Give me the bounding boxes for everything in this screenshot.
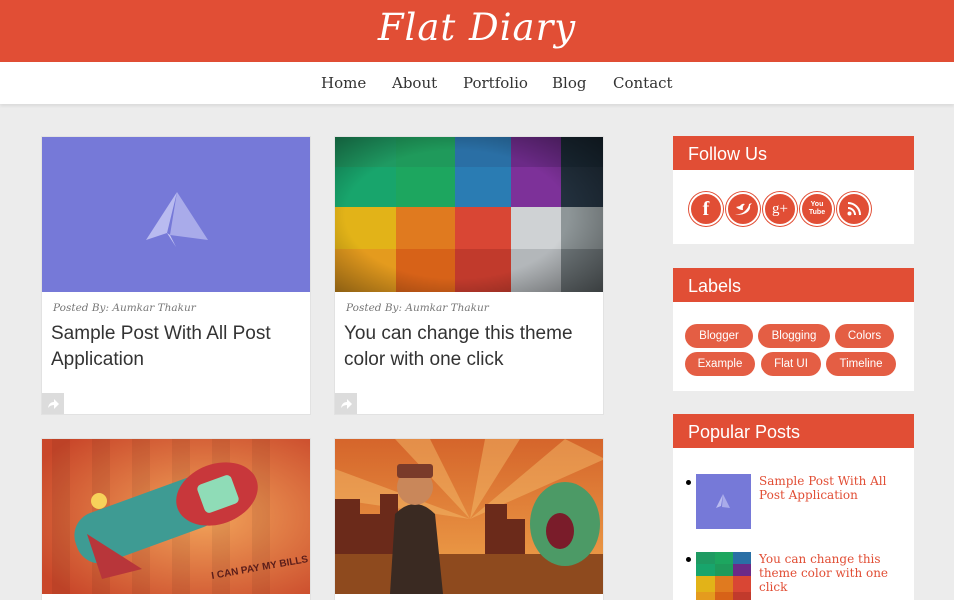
popular-post-thumbnail[interactable] (696, 474, 751, 529)
rss-icon[interactable] (837, 192, 871, 226)
list-bullet (686, 557, 691, 562)
nav-blog[interactable]: Blog (552, 74, 586, 92)
popular-post-title[interactable]: Sample Post With All Post Application (759, 474, 911, 502)
share-button[interactable] (335, 393, 357, 414)
color-palette-image (696, 552, 751, 600)
site-title[interactable]: Flat Diary (0, 6, 954, 49)
labels-widget: Labels Blogger Blogging Colors Example F… (673, 268, 914, 391)
rocket-illustration: I CAN PAY MY BILLS (42, 439, 310, 594)
nav-portfolio[interactable]: Portfolio (463, 74, 528, 92)
post-card: I CAN PAY MY BILLS (41, 438, 311, 600)
twitter-icon[interactable] (726, 192, 760, 226)
share-icon (48, 398, 59, 409)
post-card: Posted By: Aumkar Thakur Sample Post Wit… (41, 136, 311, 415)
label-example[interactable]: Example (685, 352, 755, 376)
post-thumbnail[interactable] (335, 439, 603, 594)
youtube-icon[interactable]: You Tube (800, 192, 834, 226)
label-blogging[interactable]: Blogging (758, 324, 830, 348)
post-title[interactable]: You can change this theme color with one… (344, 321, 594, 373)
labels-title: Labels (673, 268, 914, 302)
nav-contact[interactable]: Contact (613, 74, 673, 92)
share-icon (341, 398, 352, 409)
twitter-bird-icon (735, 203, 752, 215)
post-title[interactable]: Sample Post With All Post Application (51, 321, 301, 373)
google-plus-icon[interactable]: g+ (763, 192, 797, 226)
follow-title: Follow Us (673, 136, 914, 170)
share-button[interactable] (42, 393, 64, 414)
popular-title: Popular Posts (673, 414, 914, 448)
paper-plane-icon (716, 494, 730, 508)
main-nav: Home About Portfolio Blog Contact (0, 62, 954, 104)
follow-widget: Follow Us f g+ You Tube (673, 136, 914, 244)
post-card: Posted By: Aumkar Thakur You can change … (334, 136, 604, 415)
post-thumbnail[interactable] (335, 137, 603, 292)
list-bullet (686, 480, 691, 485)
label-colors[interactable]: Colors (835, 324, 894, 348)
nav-home[interactable]: Home (321, 74, 366, 92)
rss-feed-icon (847, 202, 861, 216)
post-author: Posted By: Aumkar Thakur (53, 302, 196, 314)
post-author: Posted By: Aumkar Thakur (346, 302, 489, 314)
popular-post-thumbnail[interactable] (696, 552, 751, 600)
color-palette-image (335, 137, 603, 292)
hero-illustration (335, 439, 603, 594)
site-header: Flat Diary (0, 0, 954, 62)
paper-plane-icon (146, 192, 208, 247)
post-card (334, 438, 604, 600)
label-timeline[interactable]: Timeline (826, 352, 896, 376)
popular-post-title[interactable]: You can change this theme color with one… (759, 552, 911, 594)
nav-about[interactable]: About (392, 74, 437, 92)
facebook-icon[interactable]: f (689, 192, 723, 226)
post-thumbnail[interactable]: I CAN PAY MY BILLS (42, 439, 310, 594)
popular-posts-widget: Popular Posts Sample Post With All Post … (673, 414, 914, 600)
label-blogger[interactable]: Blogger (685, 324, 753, 348)
post-thumbnail[interactable] (42, 137, 310, 292)
label-flat-ui[interactable]: Flat UI (761, 352, 821, 376)
